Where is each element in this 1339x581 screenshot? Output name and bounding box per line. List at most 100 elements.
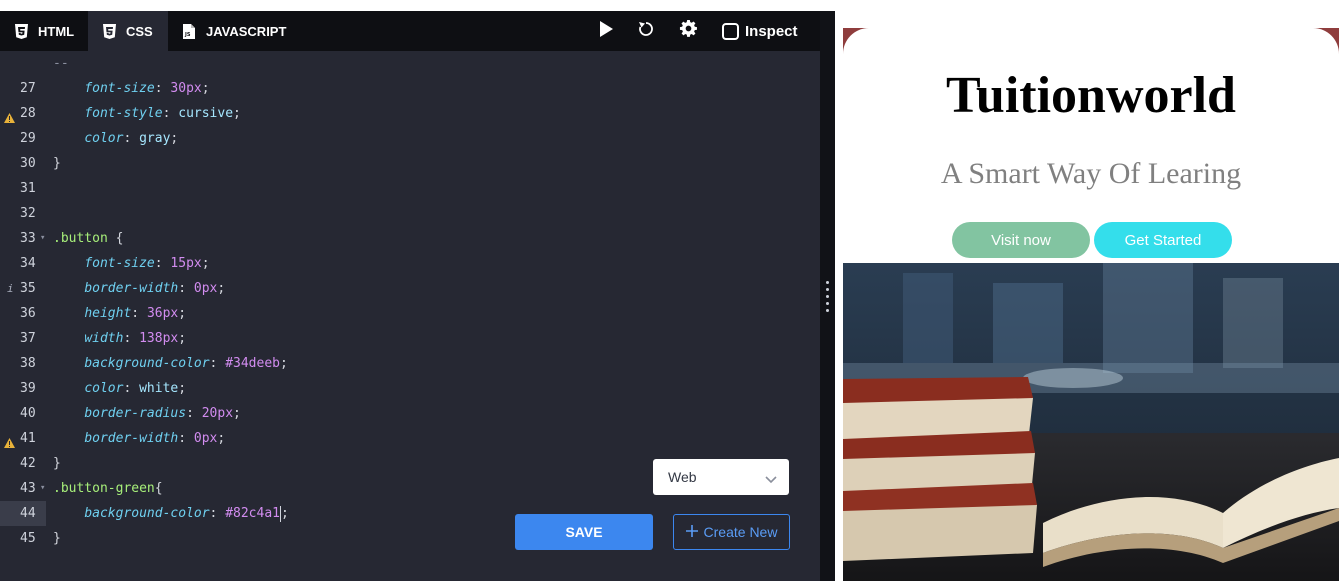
- fold-toggle-icon[interactable]: ▾: [40, 476, 45, 501]
- code-line: 30}: [0, 151, 820, 176]
- code-text: .button-green{: [53, 481, 163, 496]
- code-line: 39 color: white;: [0, 376, 820, 401]
- inspect-toggle[interactable]: Inspect: [722, 11, 798, 51]
- code-text: width: 138px;: [84, 331, 187, 346]
- plus-icon: [685, 524, 698, 540]
- preview-panel: Tuitionworld A Smart Way Of Learing Visi…: [835, 11, 1339, 581]
- top-strip: [0, 0, 1339, 11]
- html5-icon: [14, 23, 28, 39]
- line-number: 44: [20, 506, 36, 521]
- splitter-dot: [826, 309, 829, 312]
- code-line: 37 width: 138px;: [0, 326, 820, 351]
- create-new-label: Create New: [703, 524, 778, 540]
- js-file-icon: JS: [182, 23, 196, 39]
- code-text: }: [53, 531, 61, 546]
- chevron-down-icon: [765, 471, 777, 487]
- css3-icon: [102, 23, 116, 39]
- code-line: 38 background-color: #34deeb;: [0, 351, 820, 376]
- code-text: background-color: #34deeb;: [84, 356, 288, 371]
- reset-icon: [637, 20, 655, 43]
- code-text: font-size: 15px;: [84, 256, 210, 271]
- code-text: border-width: 0px;: [84, 431, 226, 446]
- code-text: border-width: 0px;: [84, 281, 226, 296]
- code-line: 40 border-radius: 20px;: [0, 401, 820, 426]
- folded-marker: --: [53, 56, 69, 71]
- book-stack: [843, 377, 1037, 561]
- line-number: 40: [20, 406, 36, 421]
- line-number: 33: [20, 231, 36, 246]
- line-number: 30: [20, 156, 36, 171]
- splitter-dot: [826, 302, 829, 305]
- code-line: 31: [0, 176, 820, 201]
- line-number: 27: [20, 81, 36, 96]
- line-number: 32: [20, 206, 36, 221]
- line-number: 38: [20, 356, 36, 371]
- inspect-label: Inspect: [745, 22, 798, 40]
- line-number: 28: [20, 106, 36, 121]
- code-line: 28 font-style: cursive;: [0, 101, 820, 126]
- line-number: 37: [20, 331, 36, 346]
- save-button[interactable]: SAVE: [515, 514, 653, 550]
- get-started-button[interactable]: Get Started: [1094, 222, 1232, 258]
- gear-icon: [679, 19, 698, 43]
- code-text: }: [53, 156, 61, 171]
- code-line: 29 color: gray;: [0, 126, 820, 151]
- visit-now-label: Visit now: [991, 231, 1051, 249]
- info-icon[interactable]: i: [7, 276, 14, 301]
- line-number: 31: [20, 181, 36, 196]
- tab-label: JAVASCRIPT: [206, 23, 287, 39]
- code-line: 32: [0, 201, 820, 226]
- preview-subtitle: A Smart Way Of Learing: [940, 157, 1242, 190]
- line-number: 29: [20, 131, 36, 146]
- fold-toggle-icon[interactable]: ▾: [40, 226, 45, 251]
- visit-now-button[interactable]: Visit now: [952, 222, 1090, 258]
- code-text: font-style: cursive;: [84, 106, 241, 121]
- code-line: 27 font-size: 30px;: [0, 76, 820, 101]
- line-number: 42: [20, 456, 36, 471]
- tab-html[interactable]: HTML: [0, 11, 88, 51]
- books-photo: [843, 263, 1339, 581]
- code-editor-panel: HTML CSS JS JAVASCRIPT Inspect -- 27 fon…: [0, 11, 820, 581]
- svg-text:JS: JS: [184, 32, 191, 38]
- code-line: 33 ▾ .button {: [0, 226, 820, 251]
- code-line: i 35 border-width: 0px;: [0, 276, 820, 301]
- code-text: }: [53, 456, 61, 471]
- code-text: border-radius: 20px;: [84, 406, 241, 421]
- platform-select[interactable]: Web: [653, 459, 789, 495]
- line-number: 36: [20, 306, 36, 321]
- checkbox-icon: [722, 22, 739, 40]
- code-text: color: gray;: [84, 131, 179, 146]
- reset-button[interactable]: [633, 11, 659, 51]
- code-line: 34 font-size: 15px;: [0, 251, 820, 276]
- text-cursor: [280, 505, 281, 522]
- splitter-dot: [826, 288, 829, 291]
- code-area[interactable]: -- 27 font-size: 30px; 28 font-style: cur…: [0, 51, 820, 581]
- platform-select-value: Web: [668, 469, 697, 485]
- splitter-dot: [826, 295, 829, 298]
- editor-tab-bar: HTML CSS JS JAVASCRIPT Inspect: [0, 11, 820, 51]
- line-number: 41: [20, 431, 36, 446]
- play-icon: [599, 20, 613, 42]
- tab-label: CSS: [126, 23, 153, 39]
- settings-button[interactable]: [675, 11, 701, 51]
- create-new-button[interactable]: Create New: [673, 514, 790, 550]
- code-text: color: white;: [84, 381, 187, 396]
- tab-css[interactable]: CSS: [88, 11, 168, 51]
- line-number: 45: [20, 531, 36, 546]
- preview-title: Tuitionworld: [946, 67, 1236, 124]
- run-button[interactable]: [594, 11, 618, 51]
- save-label: SAVE: [565, 524, 603, 540]
- code-text: height: 36px;: [84, 306, 187, 321]
- code-text: font-size: 30px;: [84, 81, 210, 96]
- preview-header-card: Tuitionworld A Smart Way Of Learing Visi…: [843, 28, 1339, 264]
- tab-label: HTML: [38, 23, 75, 39]
- code-line: 36 height: 36px;: [0, 301, 820, 326]
- panel-splitter[interactable]: [820, 11, 835, 581]
- get-started-label: Get Started: [1124, 231, 1202, 249]
- code-line: --: [0, 51, 820, 76]
- line-number: 43: [20, 481, 36, 496]
- code-line: 41 border-width: 0px;: [0, 426, 820, 451]
- tab-javascript[interactable]: JS JAVASCRIPT: [168, 11, 298, 51]
- line-number: 39: [20, 381, 36, 396]
- line-number: 35: [20, 281, 36, 296]
